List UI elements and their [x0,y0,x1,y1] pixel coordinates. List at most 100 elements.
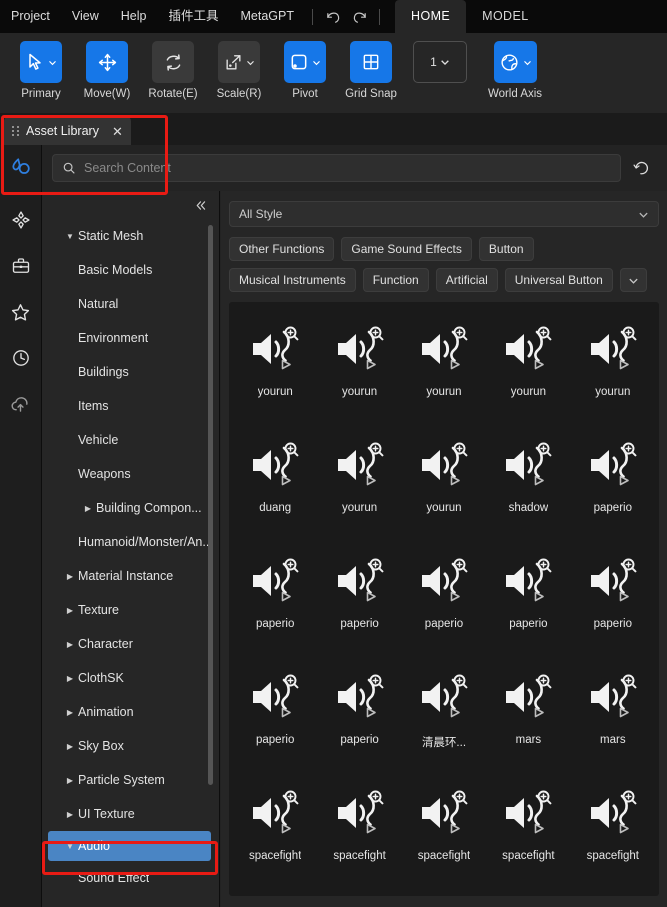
rail-item-projects[interactable] [0,249,42,283]
tree-node-environment[interactable]: Environment [42,321,219,355]
asset-thumbnail[interactable] [584,552,642,610]
asset-thumbnail[interactable] [415,668,473,726]
asset-tile[interactable]: paperio [317,546,401,662]
asset-tile[interactable]: yourun [571,314,655,430]
asset-tile[interactable]: yourun [402,314,486,430]
tree-node-static-mesh[interactable]: ▼ Static Mesh [42,219,219,253]
tree-node-buildings[interactable]: Buildings [42,355,219,389]
asset-thumbnail[interactable] [246,668,304,726]
tool-rotate[interactable]: Rotate(E) [140,41,206,100]
asset-tile[interactable]: duang [233,430,317,546]
grid-size-stepper[interactable]: 1 [413,41,467,83]
tree-node-sky-box[interactable]: ▶ Sky Box [42,729,219,763]
asset-tile[interactable]: 清晨环... [402,662,486,778]
asset-thumbnail[interactable] [415,552,473,610]
chevron-down-icon[interactable] [312,58,321,67]
menu-item-project[interactable]: Project [0,0,61,33]
chevron-down-icon[interactable] [246,58,255,67]
category-chip-artificial[interactable]: Artificial [435,268,498,292]
tool-move[interactable]: Move(W) [74,41,140,100]
asset-thumbnail[interactable] [246,784,304,842]
tree-node-natural[interactable]: Natural [42,287,219,321]
asset-thumbnail[interactable] [415,784,473,842]
tool-primary-button[interactable] [20,41,62,83]
category-chip-musical-instruments[interactable]: Musical Instruments [229,268,356,292]
asset-thumbnail[interactable] [415,320,473,378]
tree-node-weapons[interactable]: Weapons [42,457,219,491]
chevron-down-icon[interactable] [440,57,450,67]
asset-thumbnail[interactable] [499,784,557,842]
tree-node-sound-effect[interactable]: Sound Effect [42,861,219,895]
tree-node-particle-system[interactable]: ▶ Particle System [42,763,219,797]
tab-home[interactable]: HOME [395,0,467,33]
asset-thumbnail[interactable] [331,784,389,842]
asset-thumbnail[interactable] [584,436,642,494]
category-chip-game-sound-effects[interactable]: Game Sound Effects [341,237,472,261]
tree-node-animation[interactable]: ▶ Animation [42,695,219,729]
tool-move-button[interactable] [86,41,128,83]
tree-node-texture[interactable]: ▶ Texture [42,593,219,627]
twisty-collapsed-icon[interactable]: ▶ [62,640,78,649]
asset-thumbnail[interactable] [331,320,389,378]
asset-tile[interactable]: yourun [233,314,317,430]
rail-item-recent[interactable] [0,341,42,375]
rail-item-assets[interactable] [0,203,42,237]
asset-thumbnail[interactable] [499,436,557,494]
twisty-collapsed-icon[interactable]: ▶ [62,742,78,751]
tool-world-axis[interactable]: World Axis [476,41,554,100]
tool-grid-snap[interactable]: Grid Snap [338,41,404,100]
close-icon[interactable]: ✕ [112,125,123,138]
asset-tile[interactable]: yourun [317,314,401,430]
menu-item-metagpt[interactable]: MetaGPT [230,0,306,33]
menu-item-view[interactable]: View [61,0,110,33]
tree-node-building-compon[interactable]: ▶ Building Compon... [42,491,219,525]
menu-item-plugin-tools[interactable]: 插件工具 [158,0,230,33]
asset-tile[interactable]: paperio [486,546,570,662]
asset-tile[interactable]: paperio [317,662,401,778]
tree-node-basic-models[interactable]: Basic Models [42,253,219,287]
tool-grid-size[interactable]: 1 [404,41,476,88]
asset-tile[interactable]: yourun [402,430,486,546]
tree-scrollbar[interactable] [208,225,213,785]
category-chip-universal-button[interactable]: Universal Button [504,268,613,292]
asset-thumbnail[interactable] [331,668,389,726]
twisty-collapsed-icon[interactable]: ▶ [62,708,78,717]
tool-pivot[interactable]: Pivot [272,41,338,100]
asset-tile[interactable]: spacefight [233,778,317,894]
asset-tile[interactable]: mars [486,662,570,778]
asset-thumbnail[interactable] [499,320,557,378]
twisty-collapsed-icon[interactable]: ▶ [80,504,96,513]
category-chip-function[interactable]: Function [362,268,429,292]
style-filter-select[interactable]: All Style [229,201,659,227]
tool-primary[interactable]: Primary [8,41,74,100]
tree-node-items[interactable]: Items [42,389,219,423]
category-chip-button[interactable]: Button [478,237,534,261]
tree-node-clothsk[interactable]: ▶ ClothSK [42,661,219,695]
tree-node-material-instance[interactable]: ▶ Material Instance [42,559,219,593]
twisty-collapsed-icon[interactable]: ▶ [62,606,78,615]
asset-tile[interactable]: paperio [233,662,317,778]
category-chips-expand-button[interactable] [619,268,647,292]
rail-item-favorites[interactable] [0,295,42,329]
asset-tile[interactable]: paperio [571,430,655,546]
asset-thumbnail[interactable] [246,436,304,494]
tree-node-character[interactable]: ▶ Character [42,627,219,661]
asset-tile[interactable]: spacefight [402,778,486,894]
category-chip-other-functions[interactable]: Other Functions [229,237,335,261]
asset-tile[interactable]: spacefight [317,778,401,894]
drag-grip-icon[interactable] [12,126,19,136]
asset-grid-scroll[interactable]: yourun yourun yourun yourun yourun duang… [229,302,659,896]
chevron-down-icon[interactable] [48,58,57,67]
tree-node-vehicle[interactable]: Vehicle [42,423,219,457]
twisty-collapsed-icon[interactable]: ▶ [62,572,78,581]
asset-tile[interactable]: yourun [486,314,570,430]
asset-tile[interactable]: paperio [571,546,655,662]
asset-tile[interactable]: spacefight [571,778,655,894]
twisty-expanded-icon[interactable]: ▼ [62,232,78,241]
asset-thumbnail[interactable] [246,320,304,378]
twisty-expanded-icon[interactable]: ▼ [62,842,78,851]
asset-thumbnail[interactable] [331,436,389,494]
asset-thumbnail[interactable] [415,436,473,494]
asset-tile[interactable]: paperio [233,546,317,662]
search-input[interactable] [84,161,611,175]
